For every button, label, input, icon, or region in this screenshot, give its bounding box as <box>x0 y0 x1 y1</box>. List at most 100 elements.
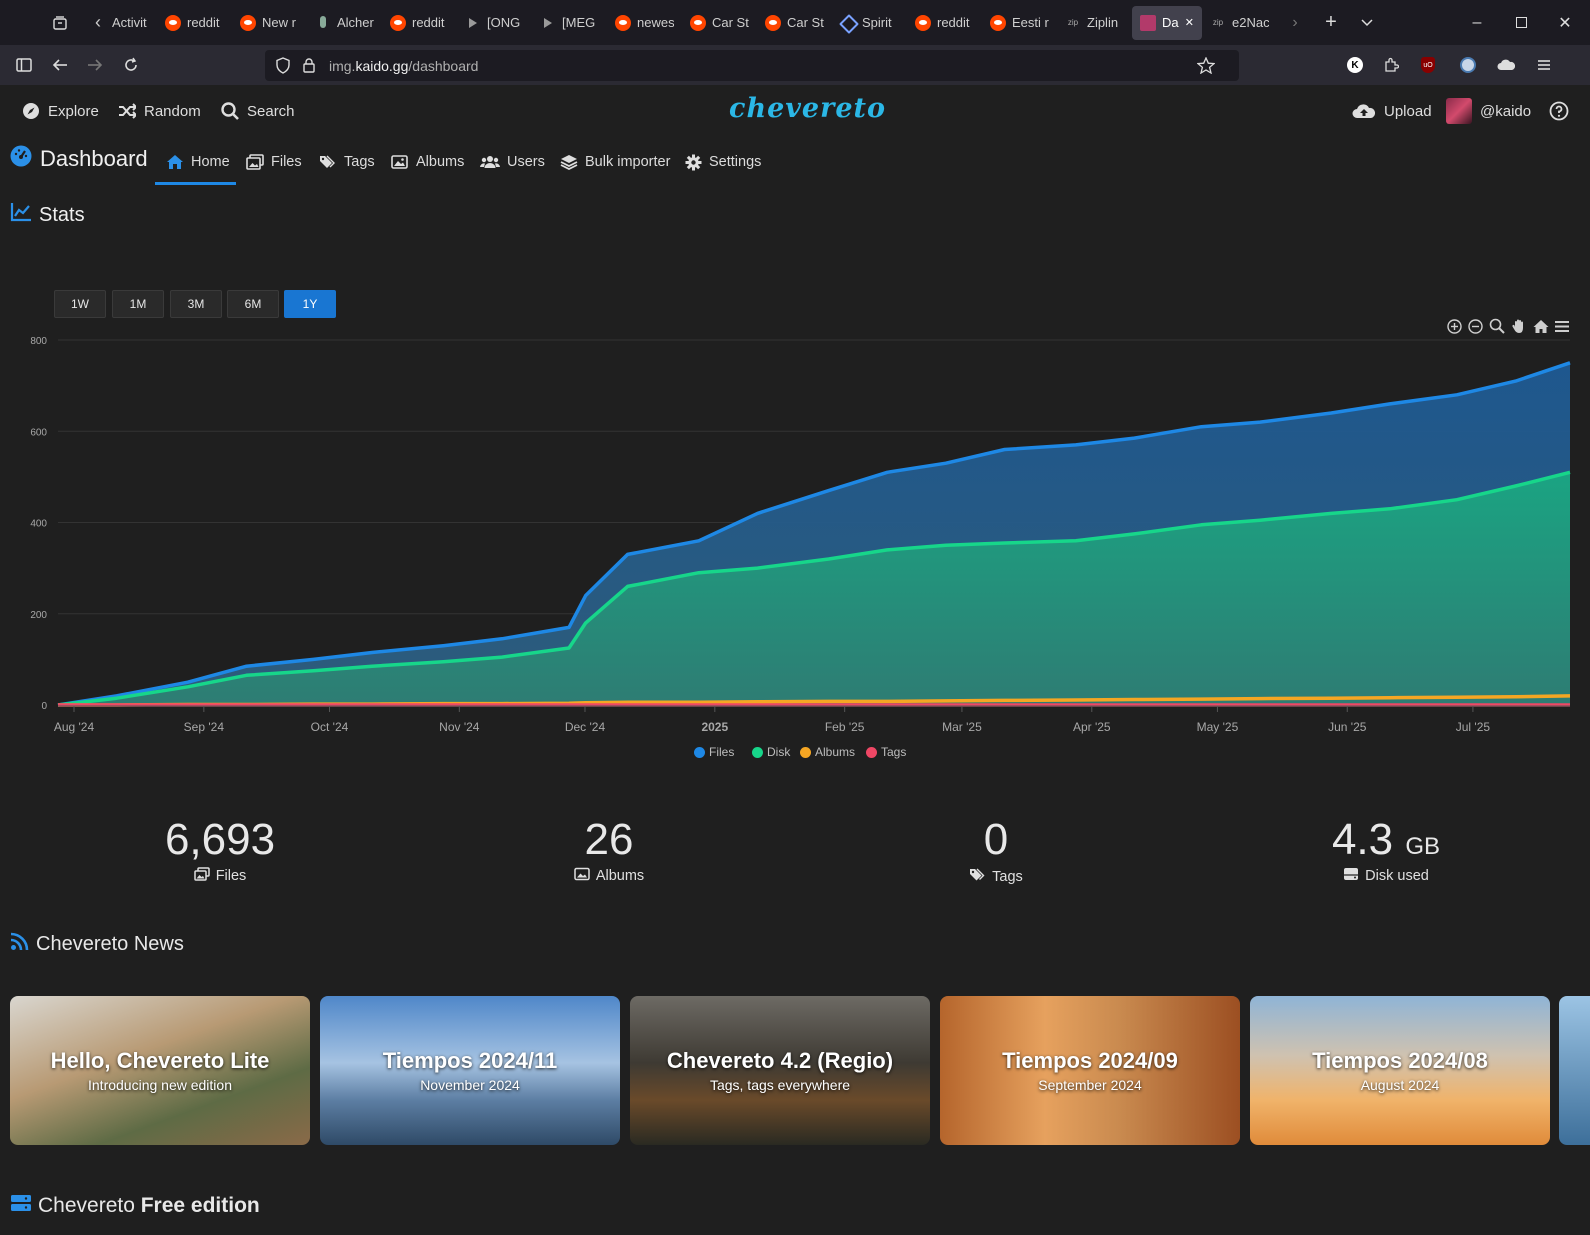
browser-nav-bar: img.kaido.gg/dashboard K uO <box>0 45 1590 85</box>
x-tick-label: Jun '25 <box>1328 720 1367 734</box>
y-tick-label: 200 <box>30 610 47 621</box>
url-text[interactable]: img.kaido.gg/dashboard <box>329 58 478 74</box>
tags-icon <box>969 867 986 886</box>
reddit-icon <box>990 14 1006 31</box>
x-tick-label: Nov '24 <box>439 720 480 734</box>
x-tick-label: Jul '25 <box>1456 720 1491 734</box>
browser-tab[interactable]: Das ✕ <box>1132 5 1202 40</box>
close-tab-icon[interactable]: ✕ <box>1185 16 1194 29</box>
browser-tab-label: Das <box>1162 15 1179 30</box>
browser-tab[interactable]: reddit <box>157 6 232 40</box>
browser-tab[interactable]: reddit <box>907 6 982 40</box>
url-prefix: img. <box>329 58 356 74</box>
stat-label-text: Tags <box>992 868 1023 885</box>
url-bar[interactable]: img.kaido.gg/dashboard <box>265 50 1239 81</box>
server-icon <box>10 1193 32 1219</box>
news-card[interactable]: Hello, Chevereto Lite Introducing new edi… <box>10 996 310 1145</box>
extension-k-icon[interactable]: K <box>1341 51 1369 79</box>
browser-tab-label: Ziplin <box>1087 15 1119 30</box>
tab-overview-icon[interactable] <box>42 5 78 41</box>
files-icon <box>193 867 210 885</box>
stat-albums: 26 Albums <box>479 815 739 885</box>
news-card[interactable]: Tiempos 2024/09 September 2024 <box>940 996 1240 1145</box>
back-icon[interactable] <box>46 51 74 79</box>
browser-tab-label: reddit <box>412 15 445 30</box>
maximize-icon[interactable] <box>1498 0 1544 45</box>
legend-item-files[interactable]: Files <box>694 745 734 759</box>
extension-cloud-icon[interactable] <box>1492 51 1520 79</box>
stat-files: 6,693 Files <box>90 815 350 885</box>
sidebar-toggle-icon[interactable] <box>10 51 38 79</box>
stat-label: Files <box>90 867 350 885</box>
rss-icon <box>10 931 30 957</box>
list-all-tabs-icon[interactable] <box>1349 5 1385 41</box>
news-title-label: Chevereto News <box>36 932 184 955</box>
privacy-extension-icon[interactable] <box>1454 51 1482 79</box>
browser-tab[interactable]: Car St <box>757 6 832 40</box>
browser-tab-label: New r <box>262 15 296 30</box>
reddit-icon <box>690 14 706 31</box>
legend-item-tags[interactable]: Tags <box>866 745 906 759</box>
shield-icon[interactable] <box>275 57 291 79</box>
tabs-scroll-right-icon[interactable]: › <box>1277 5 1313 41</box>
stats-area-chart[interactable]: 0 200 400 600 800 Aug '24 Sep '24 Oct '24 Nov '2… <box>0 85 1590 805</box>
legend-item-albums[interactable]: Albums <box>800 745 855 759</box>
stat-label: Tags <box>866 867 1126 886</box>
reddit-icon <box>615 14 631 31</box>
disk-icon <box>1343 867 1359 885</box>
browser-tab[interactable]: Car St <box>682 6 757 40</box>
news-card[interactable]: Tiempos 2024/08 August 2024 <box>1250 996 1550 1145</box>
news-card-subtitle: September 2024 <box>1038 1077 1142 1093</box>
news-card[interactable]: Chevereto 4.2 (Regio) Tags, tags everywhe… <box>630 996 930 1145</box>
y-tick-label: 400 <box>30 519 47 530</box>
stat-unit: GB <box>1405 833 1441 860</box>
browser-tab[interactable]: zip e2Nac <box>1202 6 1277 40</box>
news-card-subtitle: August 2024 <box>1360 1077 1440 1093</box>
browser-tab[interactable]: [MEG <box>532 6 607 40</box>
browser-tab[interactable]: New r <box>232 6 307 40</box>
news-card-title: Chevereto 4.2 (Regio) <box>666 1048 894 1073</box>
legend-label: Albums <box>815 745 856 759</box>
x-tick-label: 2025 <box>701 720 728 734</box>
stat-tags: 0 Tags <box>866 815 1126 886</box>
stat-value: 6,693 <box>90 815 350 865</box>
forward-icon[interactable] <box>81 51 109 79</box>
ublock-icon[interactable]: uO <box>1414 51 1442 79</box>
minimize-icon[interactable]: – <box>1454 0 1500 45</box>
browser-tab[interactable]: reddit <box>382 6 457 40</box>
close-window-icon[interactable]: ✕ <box>1542 0 1588 45</box>
browser-tab[interactable]: Alcher <box>307 6 382 40</box>
stat-label: Disk used <box>1256 867 1516 885</box>
browser-tab-label: Spirit <box>862 15 892 30</box>
lock-icon[interactable] <box>302 57 316 79</box>
news-card-partial[interactable] <box>1559 996 1590 1145</box>
browser-tab[interactable]: zip Ziplin <box>1057 6 1132 40</box>
browser-tab-label: Alcher <box>337 15 374 30</box>
news-card[interactable]: Tiempos 2024/11 November 2024 <box>320 996 620 1145</box>
reload-icon[interactable] <box>117 51 145 79</box>
browser-tab[interactable]: ‹ Activit <box>82 6 157 40</box>
browser-tab[interactable]: Spirit <box>832 6 907 40</box>
browser-tab[interactable]: newes <box>607 6 682 40</box>
bookmark-star-icon[interactable] <box>1196 56 1216 79</box>
stat-label-text: Files <box>215 868 247 884</box>
extensions-puzzle-icon[interactable] <box>1377 51 1405 79</box>
new-tab-icon[interactable]: + <box>1313 5 1349 41</box>
legend-marker <box>866 746 877 758</box>
stat-value: 26 <box>479 815 739 865</box>
browser-tab[interactable]: [ONG <box>457 6 532 40</box>
reddit-icon <box>390 14 406 31</box>
app-menu-icon[interactable] <box>1530 51 1558 79</box>
legend-item-disk[interactable]: Disk <box>752 745 790 759</box>
alchemy-icon <box>315 15 331 31</box>
albums-icon <box>574 867 590 885</box>
stat-number: 26 <box>584 815 634 864</box>
browser-tab-bar: ‹ Activit reddit New r Alcher reddit [ONG [MEG n… <box>0 0 1590 45</box>
x-tick-label: Feb '25 <box>825 720 865 734</box>
x-tick-label: Sep '24 <box>184 720 225 734</box>
browser-tab-label: reddit <box>937 15 970 30</box>
reddit-icon <box>240 14 256 31</box>
browser-tab-label: newes <box>637 15 674 30</box>
browser-tab[interactable]: Eesti r <box>982 6 1057 40</box>
stat-number: 6,693 <box>164 815 276 864</box>
